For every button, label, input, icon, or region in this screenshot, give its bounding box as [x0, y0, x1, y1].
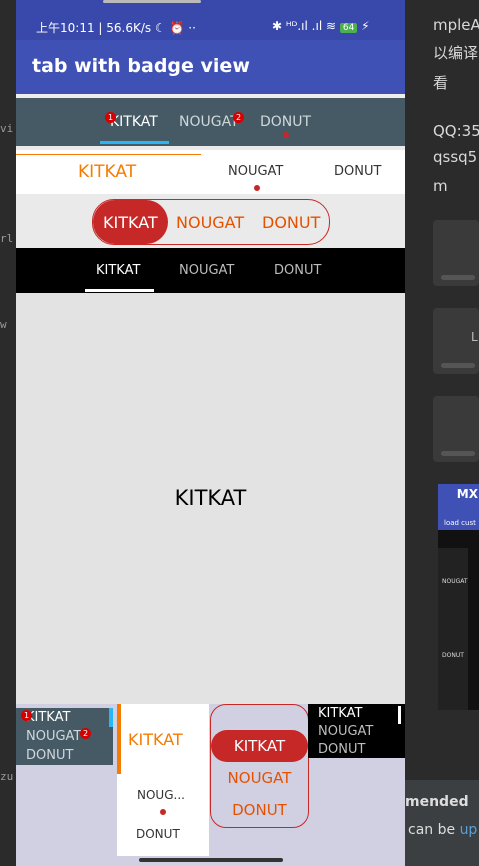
- tab-kitkat[interactable]: KITKAT: [110, 114, 158, 130]
- badge-dot: [283, 132, 289, 138]
- vertical-tab-bar-orange: KITKAT NOUG... DONUT: [117, 704, 209, 856]
- code-fragment: vi: [0, 122, 14, 135]
- readme-line: QQ:35: [433, 122, 479, 140]
- tab-kitkat[interactable]: KITKAT: [128, 730, 183, 749]
- tab-indicator: [85, 289, 154, 292]
- tab-donut[interactable]: DONUT: [260, 114, 311, 130]
- mini-tabs: NOUGAT DONUT: [438, 548, 468, 710]
- mini-tab: DONUT: [442, 652, 464, 659]
- tab-bar-badge: KITKAT 1 NOUGAT 2 DONUT: [16, 98, 405, 146]
- tab-kitkat[interactable]: KITKAT: [318, 706, 362, 721]
- tab-indicator: [100, 141, 169, 144]
- mini-title: MX: [438, 484, 479, 516]
- ide-left-panel: vi rl w zu: [0, 0, 16, 866]
- home-indicator[interactable]: [139, 858, 283, 862]
- tab-donut[interactable]: DONUT: [262, 213, 320, 232]
- tab-kitkat[interactable]: KITKAT: [103, 213, 158, 232]
- badge-count: 2: [233, 112, 244, 123]
- recommend-title: mended: [405, 794, 469, 810]
- tab-kitkat[interactable]: KITKAT: [96, 263, 140, 278]
- phone-screen: 上午10:11 | 56.6K/s ☾ ⏰ ·· ✱ ᴴᴰ.ıl .ıl ≋ 6…: [16, 0, 405, 866]
- vertical-tab-bar-pill: KITKAT NOUGAT DONUT: [210, 704, 309, 828]
- preview-card[interactable]: L: [433, 308, 479, 374]
- code-fragment: zu: [0, 770, 14, 783]
- preview-card[interactable]: [433, 220, 479, 286]
- code-fragment: rl: [0, 232, 14, 245]
- tab-bar-orange: KITKAT NOUGAT DONUT: [16, 150, 405, 194]
- notch-pill: [103, 0, 201, 3]
- ide-right-panel: mpleA 以编译 看 QQ:35 qssq5 m L MX load cust…: [405, 0, 479, 866]
- badge-count: 1: [21, 710, 32, 721]
- tab-indicator: [117, 704, 121, 774]
- tab-bar-pill: KITKAT NOUGAT DONUT: [92, 199, 330, 245]
- card-label: L: [471, 330, 478, 344]
- page-label: KITKAT: [174, 486, 247, 510]
- tab-donut[interactable]: DONUT: [318, 742, 365, 757]
- tab-nougat[interactable]: NOUG...: [137, 788, 185, 802]
- badge-count: 2: [80, 728, 91, 739]
- tab-kitkat[interactable]: KITKAT: [26, 710, 70, 725]
- readme-line: qssq5: [433, 148, 478, 166]
- update-link[interactable]: up: [460, 822, 478, 838]
- badge-count: 1: [105, 112, 116, 123]
- app-bar: tab with badge view: [16, 40, 405, 94]
- tab-donut[interactable]: DONUT: [334, 164, 381, 179]
- battery-icon: 64: [339, 23, 358, 33]
- readme-line: mpleA: [433, 16, 479, 34]
- badge-dot: [160, 809, 166, 815]
- tab-nougat[interactable]: NOUGAT: [179, 263, 234, 278]
- mini-tab: NOUGAT: [442, 578, 468, 585]
- tab-bar-black: KITKAT NOUGAT DONUT: [16, 248, 405, 293]
- tab-nougat[interactable]: NOUGAT: [318, 724, 373, 739]
- status-bar: 上午10:11 | 56.6K/s ☾ ⏰ ·· ✱ ᴴᴰ.ıl .ıl ≋ 6…: [16, 0, 405, 40]
- mini-subtitle: load cust: [438, 516, 479, 530]
- tab-kitkat[interactable]: KITKAT: [78, 162, 136, 182]
- charging-icon: ⚡: [361, 19, 370, 33]
- tab-indicator: [109, 708, 113, 727]
- vertical-tabs-area: KITKAT 1 NOUGAT 2 DONUT KITKAT NOUG... D…: [16, 704, 405, 866]
- tab-nougat[interactable]: NOUGAT: [228, 164, 283, 179]
- tab-donut[interactable]: DONUT: [211, 801, 308, 819]
- tab-kitkat[interactable]: KITKAT: [211, 737, 308, 755]
- tab-indicator: [398, 706, 401, 724]
- tab-donut[interactable]: DONUT: [26, 748, 73, 763]
- recommend-banner: mended can be up: [405, 780, 479, 866]
- vertical-tab-bar-black: KITKAT NOUGAT DONUT: [308, 704, 405, 758]
- badge-dot: [254, 185, 260, 191]
- status-right: ✱ ᴴᴰ.ıl .ıl ≋ 64 ⚡: [272, 19, 370, 33]
- tab-nougat[interactable]: NOUGAT: [211, 769, 308, 787]
- tab-nougat[interactable]: NOUGAT: [179, 114, 239, 130]
- code-fragment: w: [0, 318, 7, 331]
- tab-indicator: [16, 154, 201, 155]
- vertical-tab-bar-badge: KITKAT 1 NOUGAT 2 DONUT: [16, 708, 113, 765]
- readme-line: 以编译: [433, 44, 479, 62]
- readme-line: 看: [433, 74, 449, 92]
- mini-screenshot: MX load cust NOUGAT DONUT: [438, 484, 479, 710]
- preview-card[interactable]: [433, 396, 479, 462]
- tab-nougat[interactable]: NOUGAT: [26, 729, 81, 744]
- app-title: tab with badge view: [32, 55, 250, 77]
- recommend-text: can be up: [408, 822, 478, 838]
- readme-line: m: [433, 177, 448, 195]
- tab-donut[interactable]: DONUT: [136, 827, 180, 841]
- tab-donut[interactable]: DONUT: [274, 263, 321, 278]
- page-content: KITKAT: [16, 293, 405, 704]
- status-left: 上午10:11 | 56.6K/s ☾ ⏰ ··: [36, 21, 196, 35]
- tab-nougat[interactable]: NOUGAT: [176, 213, 244, 232]
